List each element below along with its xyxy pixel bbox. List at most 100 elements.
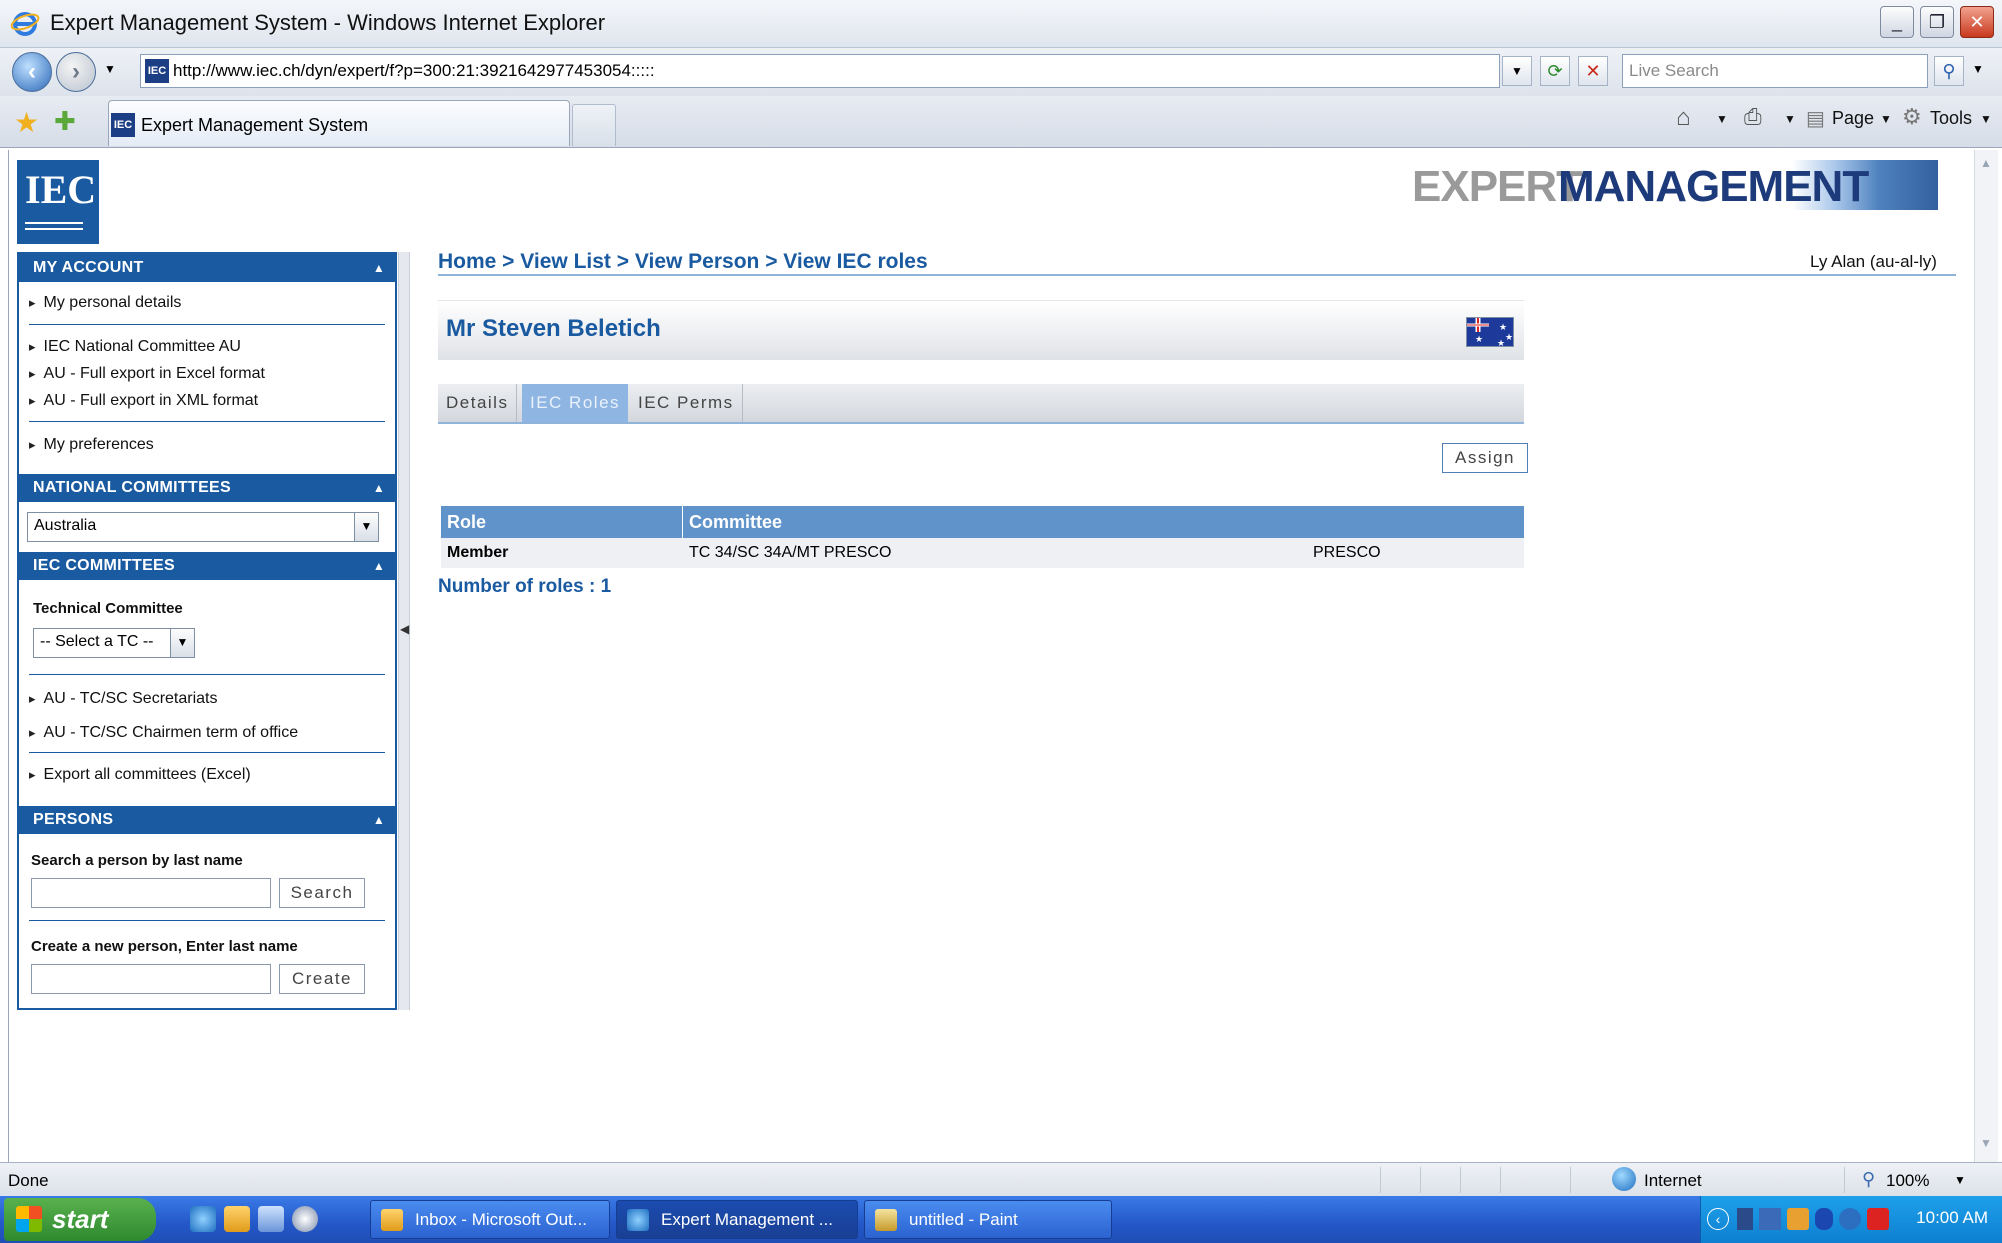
system-tray: ‹ 10:00 AM: [1700, 1196, 2002, 1243]
divider: [29, 674, 385, 675]
refresh-button[interactable]: ⟳: [1540, 56, 1570, 86]
roles-count: Number of roles : 1: [438, 576, 612, 597]
tray-sync-icon[interactable]: [1839, 1208, 1861, 1230]
cell-committee[interactable]: TC 34/SC 34A/MT PRESCO: [689, 538, 891, 568]
zoom-level[interactable]: 100%: [1886, 1171, 1929, 1191]
search-options-icon[interactable]: ▼: [1972, 62, 1984, 76]
collapse-arrow-icon[interactable]: ▲: [373, 552, 385, 580]
media-player-quicklaunch-icon[interactable]: [292, 1206, 318, 1232]
national-committee-select[interactable]: Australia ▼: [27, 512, 379, 542]
breadcrumb[interactable]: Home > View List > View Person > View IE…: [438, 250, 928, 274]
search-icon[interactable]: ⚲: [1934, 56, 1964, 86]
tray-usb-icon[interactable]: [1737, 1208, 1753, 1230]
logged-in-user: Ly Alan (au-al-ly): [1810, 252, 1937, 271]
tab-details[interactable]: Details: [438, 384, 518, 422]
my-account-header[interactable]: MY ACCOUNT ▲: [19, 254, 395, 282]
person-header: Mr Steven Beletich ★ ★ ★ ★: [438, 300, 1524, 360]
tray-security-icon[interactable]: [1867, 1208, 1889, 1230]
url-dropdown-button[interactable]: ▼: [1502, 56, 1532, 86]
assign-button[interactable]: Assign: [1442, 443, 1528, 473]
outlook-quicklaunch-icon[interactable]: [224, 1206, 250, 1232]
browser-tab[interactable]: IEC Expert Management System: [108, 100, 570, 146]
collapse-arrow-icon[interactable]: ▲: [373, 806, 385, 834]
tray-outlook-icon[interactable]: [1787, 1208, 1809, 1230]
table-row[interactable]: Member TC 34/SC 34A/MT PRESCO PRESCO: [441, 538, 1524, 568]
status-bar: Done Internet ⚲ 100% ▼: [0, 1162, 2002, 1196]
history-dropdown-icon[interactable]: ▼: [104, 62, 116, 76]
tray-expand-icon[interactable]: ‹: [1707, 1208, 1729, 1230]
address-bar: ‹ › ▼ IEC http://www.iec.ch/dyn/expert/f…: [0, 48, 2002, 96]
ie-quicklaunch-icon[interactable]: [190, 1206, 216, 1232]
technical-committee-label: Technical Committee: [33, 600, 183, 617]
restore-button[interactable]: ❐: [1920, 6, 1954, 38]
home-icon[interactable]: ⌂: [1676, 104, 1691, 132]
status-segment: [1500, 1167, 1501, 1193]
desktop-quicklaunch-icon[interactable]: [258, 1206, 284, 1232]
create-person-input[interactable]: [31, 964, 271, 994]
zoom-dropdown-icon[interactable]: ▼: [1954, 1173, 1966, 1187]
taskbar: start Inbox - Microsoft Out... Expert Ma…: [0, 1196, 2002, 1243]
column-header-committee[interactable]: Committee: [689, 506, 782, 538]
tray-network-icon[interactable]: [1759, 1208, 1781, 1230]
collapse-left-icon[interactable]: ◀: [400, 622, 409, 636]
tab-iec-roles[interactable]: IEC Roles: [522, 384, 629, 422]
task-paint[interactable]: untitled - Paint: [864, 1200, 1112, 1239]
task-outlook[interactable]: Inbox - Microsoft Out...: [370, 1200, 610, 1239]
column-header-role[interactable]: Role: [447, 506, 486, 538]
iec-committees-header[interactable]: IEC COMMITTEES ▲: [19, 552, 395, 580]
print-icon[interactable]: ⎙: [1744, 104, 1762, 130]
tab-iec-perms[interactable]: IEC Perms: [630, 384, 743, 422]
tools-menu[interactable]: Tools: [1930, 108, 1972, 129]
print-dropdown-icon[interactable]: ▼: [1784, 112, 1796, 126]
link-tc-sc-chairmen[interactable]: AU - TC/SC Chairmen term of office: [29, 724, 299, 742]
cell-role: Member: [447, 544, 509, 561]
tray-bluetooth-icon[interactable]: [1815, 1208, 1833, 1230]
page-dropdown-icon[interactable]: ▼: [1880, 112, 1892, 126]
task-label: Expert Management ...: [661, 1210, 833, 1229]
scroll-down-icon[interactable]: ▼: [1980, 1136, 1992, 1150]
tc-select[interactable]: -- Select a TC -- ▼: [33, 628, 195, 658]
back-button[interactable]: ‹: [12, 52, 52, 92]
iec-logo-text: IEC: [25, 167, 97, 212]
divider: [29, 421, 385, 422]
vertical-scrollbar[interactable]: ▲ ▼: [1974, 150, 1998, 1162]
divider: [29, 752, 385, 753]
select-value: -- Select a TC --: [40, 633, 154, 650]
url-field[interactable]: IEC http://www.iec.ch/dyn/expert/f?p=300…: [140, 54, 1500, 88]
breadcrumb-divider: [438, 274, 1956, 276]
scroll-up-icon[interactable]: ▲: [1980, 156, 1992, 170]
favorites-star-icon[interactable]: ★: [14, 106, 39, 139]
home-dropdown-icon[interactable]: ▼: [1716, 112, 1728, 126]
page-menu[interactable]: Page: [1832, 108, 1874, 129]
search-person-input[interactable]: [31, 878, 271, 908]
national-committees-header[interactable]: NATIONAL COMMITTEES ▲: [19, 474, 395, 502]
link-my-preferences[interactable]: My preferences: [29, 436, 154, 454]
iec-favicon-icon: IEC: [145, 59, 169, 83]
window-titlebar: Expert Management System - Windows Inter…: [0, 0, 2002, 48]
task-expert-management[interactable]: Expert Management ...: [616, 1200, 858, 1239]
new-tab-button[interactable]: [572, 104, 616, 146]
collapse-arrow-icon[interactable]: ▲: [373, 254, 385, 282]
search-button[interactable]: Search: [279, 878, 365, 908]
forward-button[interactable]: ›: [56, 52, 96, 92]
iec-logo[interactable]: IEC: [17, 160, 99, 244]
link-tc-sc-secretariats[interactable]: AU - TC/SC Secretariats: [29, 690, 218, 708]
link-export-committees[interactable]: Export all committees (Excel): [29, 766, 251, 784]
persons-header[interactable]: PERSONS ▲: [19, 806, 395, 834]
iec-committees-title: IEC COMMITTEES: [33, 557, 175, 574]
link-my-personal-details[interactable]: My personal details: [29, 294, 182, 312]
clock[interactable]: 10:00 AM: [1916, 1208, 1988, 1228]
link-export-excel[interactable]: AU - Full export in Excel format: [29, 365, 265, 383]
create-button[interactable]: Create: [279, 964, 365, 994]
start-button[interactable]: start: [4, 1198, 156, 1241]
tools-dropdown-icon[interactable]: ▼: [1980, 112, 1992, 126]
minimize-button[interactable]: _: [1880, 6, 1914, 38]
collapse-arrow-icon[interactable]: ▲: [373, 474, 385, 502]
link-iec-national-committee[interactable]: IEC National Committee AU: [29, 338, 241, 356]
stop-button[interactable]: ✕: [1578, 56, 1608, 86]
sidebar-splitter[interactable]: ◀: [398, 252, 410, 1010]
add-favorites-icon[interactable]: ✚: [54, 106, 76, 137]
live-search-input[interactable]: Live Search: [1622, 54, 1928, 88]
close-window-button[interactable]: ✕: [1960, 6, 1994, 38]
link-export-xml[interactable]: AU - Full export in XML format: [29, 392, 259, 410]
